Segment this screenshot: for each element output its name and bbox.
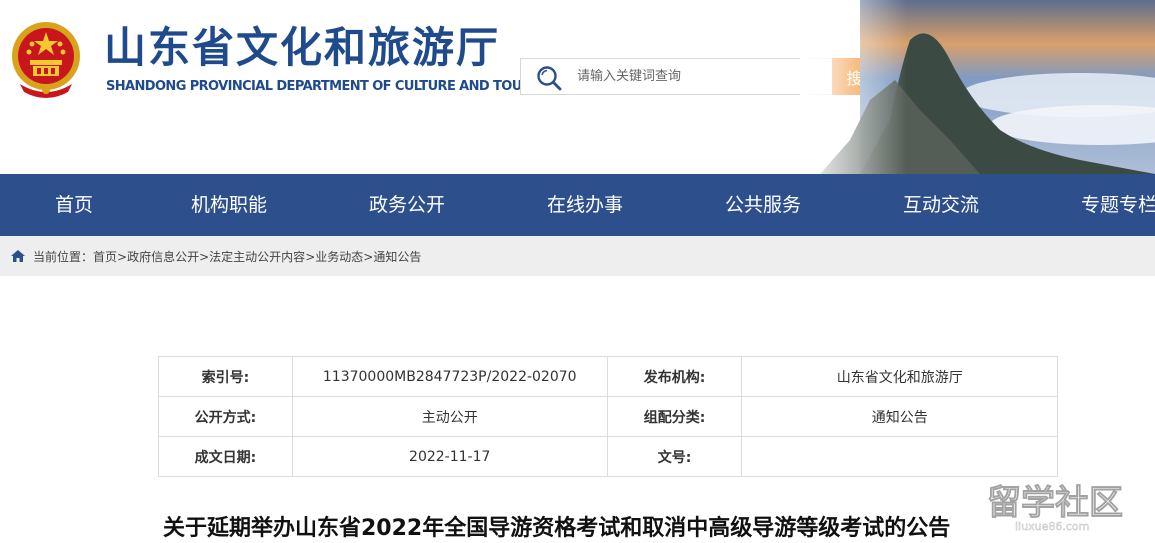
breadcrumb-link-notices[interactable]: 通知公告 — [373, 250, 421, 264]
site-title: 山东省文化和旅游厅 — [104, 23, 501, 72]
meta-value-publisher: 山东省文化和旅游厅 — [741, 356, 1058, 397]
breadcrumb-label: 当前位置： — [33, 250, 94, 264]
nav-item-online-services[interactable]: 在线办事 — [547, 174, 623, 236]
home-icon — [11, 250, 25, 262]
nav-item-home[interactable]: 首页 — [55, 174, 93, 236]
breadcrumb: 当前位置：首页>政府信息公开>法定主动公开内容>业务动态>通知公告 — [0, 236, 1155, 276]
meta-value-category: 通知公告 — [741, 396, 1058, 437]
breadcrumb-link-business-news[interactable]: 业务动态 — [315, 250, 363, 264]
meta-label-doc-number: 文号: — [606, 436, 743, 477]
breadcrumb-link-home[interactable]: 首页 — [93, 250, 117, 264]
meta-value-doc-number — [741, 436, 1058, 477]
meta-label-index: 索引号: — [158, 356, 293, 397]
header-landscape-image — [800, 0, 1155, 174]
watermark-logo: 留学社区 liuxue86.com — [987, 483, 1124, 534]
meta-label-disclosure: 公开方式: — [158, 396, 293, 437]
meta-label-publisher: 发布机构: — [606, 356, 743, 397]
site-header: 山东省文化和旅游厅 SHANDONG PROVINCIAL DEPARTMENT… — [0, 0, 1155, 174]
nav-item-public-services[interactable]: 公共服务 — [725, 174, 801, 236]
meta-value-disclosure: 主动公开 — [291, 396, 608, 437]
breadcrumb-link-public-content[interactable]: 法定主动公开内容 — [209, 250, 305, 264]
search-input[interactable] — [577, 61, 831, 92]
meta-label-category: 组配分类: — [606, 396, 743, 437]
watermark-text: 留学社区 — [987, 483, 1123, 523]
breadcrumb-separator: > — [305, 250, 316, 264]
nav-item-functions[interactable]: 机构职能 — [191, 174, 267, 236]
breadcrumb-separator: > — [363, 250, 374, 264]
nav-item-gov-affairs[interactable]: 政务公开 — [369, 174, 445, 236]
breadcrumb-separator: > — [117, 250, 128, 264]
national-emblem-icon — [12, 22, 80, 98]
nav-item-special-topics[interactable]: 专题专栏 — [1081, 174, 1155, 236]
breadcrumb-trail: 当前位置：首页>政府信息公开>法定主动公开内容>业务动态>通知公告 — [33, 248, 421, 265]
table-row: 公开方式: 主动公开 组配分类: 通知公告 — [158, 396, 1058, 437]
table-row: 索引号: 11370000MB2847723P/2022-02070 发布机构:… — [158, 356, 1058, 397]
nav-item-interaction[interactable]: 互动交流 — [903, 174, 979, 236]
table-row: 成文日期: 2022-11-17 文号: — [158, 436, 1058, 477]
site-title-english: SHANDONG PROVINCIAL DEPARTMENT OF CULTUR… — [106, 79, 557, 94]
breadcrumb-separator: > — [199, 250, 210, 264]
article-title: 关于延期举办山东省2022年全国导游资格考试和取消中高级导游等级考试的公告 — [163, 516, 951, 541]
search-icon — [537, 66, 562, 91]
watermark-url: liuxue86.com — [1015, 520, 1089, 533]
breadcrumb-link-gov-info[interactable]: 政府信息公开 — [127, 250, 199, 264]
main-nav: 首页 机构职能 政务公开 在线办事 公共服务 互动交流 专题专栏 — [0, 174, 1155, 236]
document-meta-table: 索引号: 11370000MB2847723P/2022-02070 发布机构:… — [158, 356, 1058, 477]
meta-label-date: 成文日期: — [158, 436, 293, 477]
meta-value-date: 2022-11-17 — [291, 436, 608, 477]
meta-value-index: 11370000MB2847723P/2022-02070 — [291, 356, 608, 397]
